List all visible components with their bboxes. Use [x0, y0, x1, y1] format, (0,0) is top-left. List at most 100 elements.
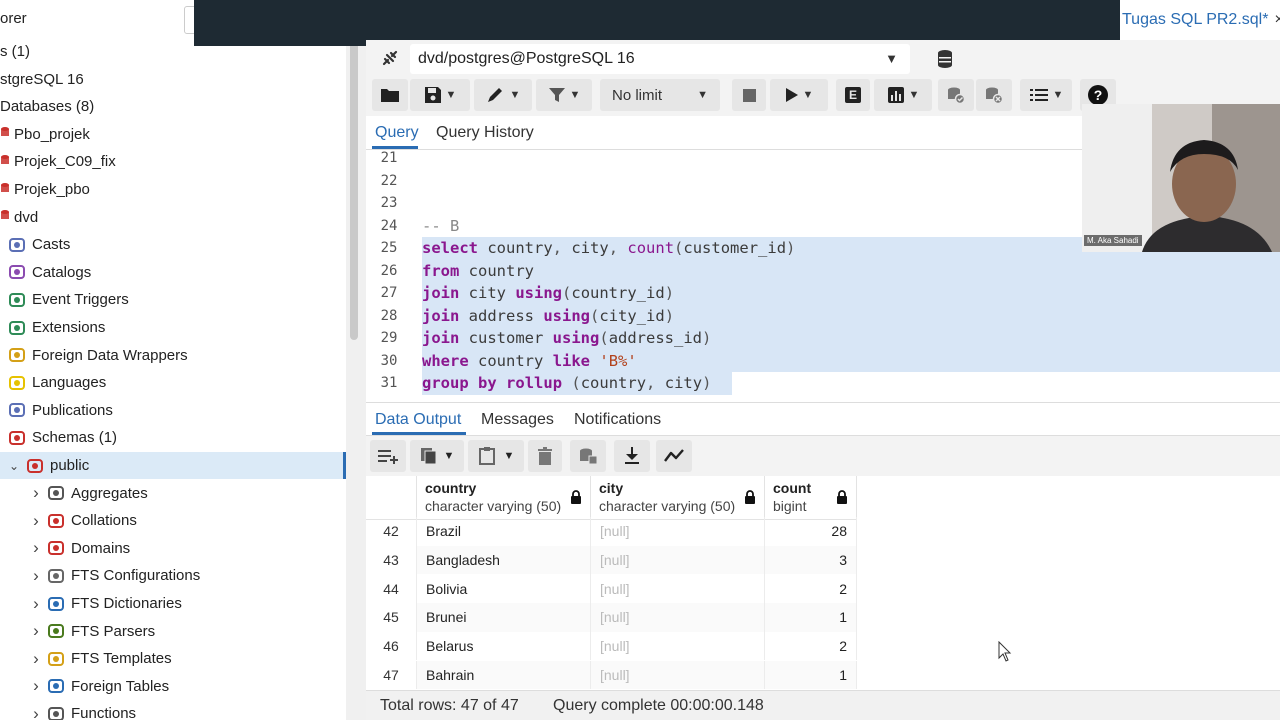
macros-button[interactable]: ▼ — [1020, 79, 1072, 111]
tab-notifications[interactable]: Notifications — [574, 411, 661, 429]
explain-button[interactable]: E — [836, 79, 870, 111]
column-header-count[interactable]: count bigint — [765, 476, 857, 520]
cell-country[interactable]: Brunei — [417, 603, 591, 632]
cell-count[interactable]: 3 — [765, 545, 857, 575]
cell-city[interactable]: [null] — [591, 631, 765, 661]
tree-item[interactable]: Catalogs — [0, 259, 346, 286]
tree-item[interactable]: › Aggregates — [0, 480, 346, 507]
copy-button[interactable]: ▼ — [410, 440, 464, 472]
table-row[interactable]: 46 Belarus [null] 2 — [366, 631, 857, 661]
tree-item[interactable]: Publications — [0, 397, 346, 424]
explain-analyze-button[interactable]: ▼ — [874, 79, 932, 111]
tree-item[interactable]: dvd — [0, 204, 346, 231]
cell-country[interactable]: Bahrain — [417, 660, 591, 690]
explorer-scrollbar[interactable] — [350, 40, 358, 340]
tree-item[interactable]: Event Triggers — [0, 286, 346, 313]
tree-item[interactable]: ⌄ public — [0, 452, 346, 479]
tree-item[interactable]: Extensions — [0, 314, 346, 341]
cell-count[interactable]: 28 — [765, 517, 857, 546]
tree-item[interactable]: Databases (8) — [0, 93, 346, 120]
connection-status-icon[interactable] — [378, 46, 402, 70]
cell-count[interactable]: 2 — [765, 574, 857, 604]
chevron-right-icon[interactable]: › — [30, 595, 42, 612]
column-header-city[interactable]: city character varying (50) — [591, 476, 765, 520]
graph-visualiser-button[interactable] — [656, 440, 692, 472]
table-row[interactable]: 47 Bahrain [null] 1 — [366, 660, 857, 690]
chevron-right-icon[interactable]: › — [30, 539, 42, 556]
tree-item[interactable]: › FTS Parsers — [0, 618, 346, 645]
cell-city[interactable]: [null] — [591, 574, 765, 604]
new-connection-icon[interactable] — [928, 44, 962, 74]
edit-button[interactable]: ▼ — [474, 79, 532, 111]
tree-item[interactable]: › FTS Configurations — [0, 562, 346, 589]
cell-country[interactable]: Bangladesh — [417, 545, 591, 575]
paste-button[interactable]: ▼ — [468, 440, 524, 472]
row-limit-select[interactable]: No limit ▼ — [600, 79, 720, 111]
save-button[interactable]: ▼ — [410, 79, 470, 111]
cell-city[interactable]: [null] — [591, 517, 765, 546]
chevron-right-icon[interactable]: › — [30, 705, 42, 720]
delete-row-button[interactable] — [528, 440, 562, 472]
code-line[interactable]: 27 join city using(country_id) — [366, 282, 1280, 305]
tree-item[interactable]: Languages — [0, 369, 346, 396]
tree-item[interactable]: Projek_pbo — [0, 176, 346, 203]
chevron-right-icon[interactable]: › — [30, 484, 42, 501]
tree-item[interactable]: Foreign Data Wrappers — [0, 342, 346, 369]
table-row[interactable]: 44 Bolivia [null] 2 — [366, 574, 857, 604]
tab-query[interactable]: Query — [375, 124, 419, 142]
output-tabs: Data Output Messages Notifications — [366, 402, 1280, 436]
download-button[interactable] — [614, 440, 650, 472]
rollback-button[interactable] — [976, 79, 1012, 111]
chevron-right-icon[interactable]: › — [30, 622, 42, 639]
tree-item[interactable]: › FTS Templates — [0, 645, 346, 672]
tab-messages[interactable]: Messages — [481, 411, 554, 429]
chevron-right-icon[interactable]: › — [30, 650, 42, 667]
tree-item[interactable]: Casts — [0, 231, 346, 258]
tree-item[interactable]: › Foreign Tables — [0, 673, 346, 700]
tree-item[interactable]: › Domains — [0, 535, 346, 562]
cell-country[interactable]: Bolivia — [417, 574, 591, 604]
table-row[interactable]: 42 Brazil [null] 28 — [366, 517, 857, 546]
chevron-right-icon[interactable]: › — [30, 567, 42, 584]
chevron-right-icon[interactable]: › — [30, 677, 42, 694]
cell-count[interactable]: 1 — [765, 603, 857, 632]
cell-country[interactable]: Belarus — [417, 631, 591, 661]
cell-country[interactable]: Brazil — [417, 517, 591, 546]
column-header-country[interactable]: country character varying (50) — [417, 476, 591, 520]
tree-item[interactable]: Schemas (1) — [0, 424, 346, 451]
tab-data-output[interactable]: Data Output — [375, 411, 461, 429]
connection-select[interactable]: dvd/postgres@PostgreSQL 16 ▼ — [410, 44, 910, 74]
cell-count[interactable]: 1 — [765, 660, 857, 690]
table-row[interactable]: 45 Brunei [null] 1 — [366, 603, 857, 632]
tab-query-file[interactable]: Tugas SQL PR2.sql* × — [1120, 0, 1280, 40]
add-row-button[interactable] — [370, 440, 406, 472]
chevron-down-icon[interactable]: ⌄ — [8, 460, 20, 472]
tab-query-history[interactable]: Query History — [436, 124, 534, 142]
execute-button[interactable]: ▼ — [770, 79, 828, 111]
tree-item[interactable]: Projek_C09_fix — [0, 148, 346, 175]
tree-item[interactable]: › Functions — [0, 700, 346, 720]
cell-city[interactable]: [null] — [591, 660, 765, 690]
cell-count[interactable]: 2 — [765, 631, 857, 661]
event-triggers-icon — [8, 291, 26, 309]
save-data-button[interactable] — [570, 440, 606, 472]
tree-item[interactable]: › FTS Dictionaries — [0, 590, 346, 617]
filter-button[interactable]: ▼ — [536, 79, 592, 111]
cell-city[interactable]: [null] — [591, 603, 765, 632]
tree-item[interactable]: › Collations — [0, 507, 346, 534]
chevron-right-icon[interactable]: › — [30, 512, 42, 529]
table-row[interactable]: 43 Bangladesh [null] 3 — [366, 545, 857, 575]
stop-button[interactable] — [732, 79, 766, 111]
code-line[interactable]: 29 join customer using(address_id) — [366, 327, 1280, 350]
cell-city[interactable]: [null] — [591, 545, 765, 575]
code-line[interactable]: 26 from country — [366, 259, 1280, 282]
code-line[interactable]: 28 join address using(city_id) — [366, 304, 1280, 327]
code-line[interactable]: 31 group by rollup (country, city) — [366, 372, 1280, 395]
save-data-icon — [580, 448, 598, 465]
code-line[interactable]: 30 where country like 'B%' — [366, 349, 1280, 372]
tree-item[interactable]: stgreSQL 16 — [0, 66, 346, 93]
open-file-button[interactable] — [372, 79, 408, 111]
commit-button[interactable] — [938, 79, 974, 111]
tree-item[interactable]: Pbo_projek — [0, 121, 346, 148]
close-tab-icon[interactable]: × — [1274, 11, 1280, 29]
